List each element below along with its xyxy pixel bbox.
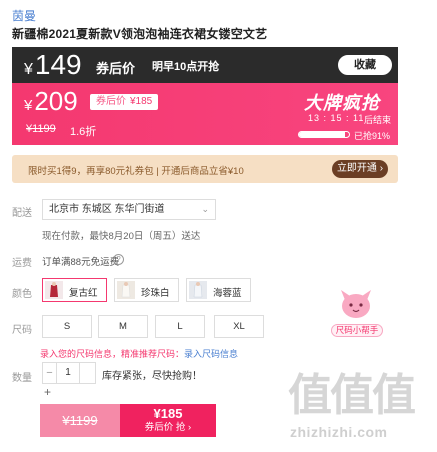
coupon-buy-button[interactable]: ¥185 券后价 抢 › (120, 404, 216, 437)
shipping-text: 订单满88元免运费 (42, 257, 120, 268)
color-thumbnail-blue (189, 281, 207, 299)
size-option-m[interactable]: M (98, 315, 148, 338)
sold-progress-fill (299, 132, 345, 137)
quantity-increase-button[interactable]: + (44, 385, 51, 399)
presale-start-text: 明早10点开抢 (152, 61, 220, 73)
delivery-label: 配送 (12, 208, 32, 219)
question-icon[interactable]: ? (113, 254, 124, 265)
size-helper-label[interactable]: 尺码小帮手 (331, 324, 383, 337)
original-price: ¥1199 (26, 123, 56, 135)
watermark-url: zhizhizhi.com (290, 424, 388, 440)
quantity-decrease-button[interactable]: − (42, 362, 56, 384)
chevron-down-icon: ⌄ (201, 204, 209, 214)
watermark-logo: 值值值 (288, 371, 416, 420)
sold-progress-label: 已抢91% (354, 131, 391, 141)
activate-membership-button[interactable]: 立即开通 › (332, 160, 388, 178)
quantity-stepper-side (80, 362, 96, 384)
presale-banner: ¥149 券后价 明早10点开抢 收藏 (12, 47, 398, 83)
member-coupon-text: 限时买1得9，再享80元礼券包 | 开通后商品立省¥10 (28, 166, 244, 177)
flash-sale-banner: ¥209 券后价 ¥185 ¥1199 1.6折 大牌疯抢 13 : 15 : 1… (12, 83, 398, 145)
delivery-eta: 现在付款，最快8月20日（周五）送达 (42, 231, 201, 242)
enter-size-link[interactable]: 录入尺码信息 (184, 349, 238, 359)
color-option-white[interactable]: 珍珠白 (114, 278, 179, 302)
brand-link[interactable]: 茵曼 (12, 7, 36, 24)
countdown-timer: 13 : 15 : 11 (308, 113, 365, 123)
discount-rate: 1.6折 (70, 126, 97, 138)
size-option-l[interactable]: L (155, 315, 205, 338)
color-option-red[interactable]: 复古红 (42, 278, 107, 302)
product-title: 新疆棉2021夏新款V领泡泡袖连衣裙女镂空文艺 (12, 27, 268, 41)
quantity-input[interactable]: 1 (56, 362, 80, 384)
countdown-label: 后结束 (364, 115, 392, 125)
size-option-xl[interactable]: XL (214, 315, 264, 338)
current-price: ¥209 (24, 86, 78, 116)
favorite-button[interactable]: 收藏 (338, 55, 392, 75)
sold-progress-bar (298, 131, 350, 138)
address-select[interactable]: 北京市 东城区 东华门街道 ⌄ (42, 199, 216, 220)
coupon-price-tag: 券后价 ¥185 (90, 94, 159, 110)
presale-price: ¥149 (24, 49, 82, 80)
event-title: 大牌疯抢 (304, 93, 380, 113)
coupon-buy-price: ¥185 (153, 406, 183, 421)
original-price-buy-button[interactable]: ¥1199 (40, 404, 120, 437)
coupon-buy-label: 券后价 抢 › (144, 422, 192, 433)
member-coupon-bar: 限时买1得9，再享80元礼券包 | 开通后商品立省¥10 立即开通 › (12, 155, 398, 183)
quantity-label: 数量 (12, 373, 32, 384)
size-hint: 录入您的尺码信息，精准推荐尺码：录入尺码信息 (40, 349, 239, 359)
size-label: 尺码 (12, 325, 32, 336)
color-option-blue[interactable]: 海蓉蓝 (186, 278, 251, 302)
color-label: 颜色 (12, 289, 32, 300)
stock-warning: 库存紧张，尽快抢购！ (102, 371, 202, 382)
color-thumbnail-red (45, 281, 63, 299)
shipping-label: 运费 (12, 258, 32, 269)
presale-price-label: 券后价 (96, 61, 136, 76)
color-thumbnail-white (117, 281, 135, 299)
size-option-s[interactable]: S (42, 315, 92, 338)
size-helper-mascot-icon[interactable] (333, 282, 379, 322)
